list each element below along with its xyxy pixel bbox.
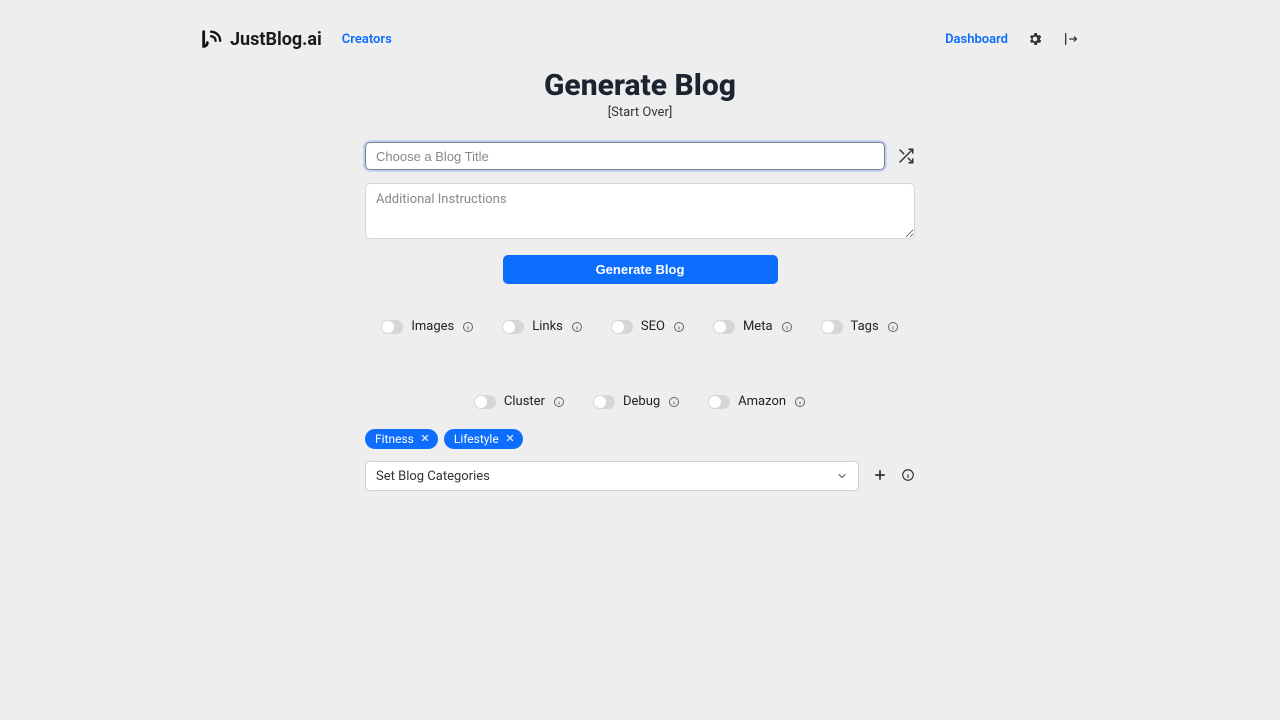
shuffle-icon — [897, 147, 915, 165]
nav-dashboard[interactable]: Dashboard — [945, 32, 1008, 47]
info-icon[interactable] — [887, 321, 899, 333]
info-icon[interactable] — [462, 321, 474, 333]
categories-row: Set Blog Categories — [365, 461, 915, 491]
toggle-amazon-switch[interactable] — [708, 395, 730, 409]
tag-lifestyle: Lifestyle — [444, 429, 523, 449]
chevron-down-icon — [836, 470, 848, 482]
toggle-images: Images — [381, 319, 474, 334]
add-category-button[interactable] — [873, 467, 887, 486]
tag-remove-button[interactable] — [420, 432, 430, 446]
toggles-row-1: Images Links SEO Meta Tags Cluster — [365, 319, 915, 409]
toggle-label: Images — [411, 319, 454, 334]
logout-button[interactable] — [1062, 30, 1080, 48]
close-icon — [505, 433, 515, 443]
toggle-links-switch[interactable] — [502, 320, 524, 334]
toggle-amazon: Amazon — [708, 394, 806, 409]
categories-placeholder: Set Blog Categories — [376, 469, 490, 484]
toggle-debug: Debug — [593, 394, 680, 409]
categories-select[interactable]: Set Blog Categories — [365, 461, 859, 491]
page-title: Generate Blog — [365, 68, 915, 103]
header-left: JustBlog.ai Creators — [200, 28, 392, 50]
header-right: Dashboard — [945, 30, 1080, 48]
gear-icon — [1027, 31, 1043, 47]
toggle-label: Debug — [623, 394, 660, 409]
instructions-textarea[interactable] — [365, 183, 915, 239]
toggle-cluster-switch[interactable] — [474, 395, 496, 409]
toggle-label: Cluster — [504, 394, 545, 409]
toggle-tags: Tags — [821, 319, 899, 334]
close-icon — [420, 433, 430, 443]
toggle-label: Links — [532, 319, 563, 334]
start-over-link[interactable]: [Start Over] — [365, 105, 915, 120]
toggle-links: Links — [502, 319, 583, 334]
toggle-seo-switch[interactable] — [611, 320, 633, 334]
header: JustBlog.ai Creators Dashboard — [0, 0, 1280, 60]
toggle-label: SEO — [641, 319, 665, 334]
toggle-label: Tags — [851, 319, 879, 334]
toggle-cluster: Cluster — [474, 394, 565, 409]
info-icon[interactable] — [553, 396, 565, 408]
settings-button[interactable] — [1026, 30, 1044, 48]
logo-icon — [200, 28, 222, 50]
toggle-seo: SEO — [611, 319, 685, 334]
info-icon[interactable] — [781, 321, 793, 333]
info-icon[interactable] — [673, 321, 685, 333]
info-icon[interactable] — [794, 396, 806, 408]
toggle-images-switch[interactable] — [381, 320, 403, 334]
toggle-meta-switch[interactable] — [713, 320, 735, 334]
categories-info-button[interactable] — [901, 467, 915, 486]
tag-remove-button[interactable] — [505, 432, 515, 446]
toggle-tags-switch[interactable] — [821, 320, 843, 334]
title-row — [365, 142, 915, 170]
shuffle-button[interactable] — [897, 147, 915, 165]
info-icon[interactable] — [571, 321, 583, 333]
info-icon[interactable] — [668, 396, 680, 408]
toggle-label: Amazon — [738, 394, 786, 409]
toggle-debug-switch[interactable] — [593, 395, 615, 409]
tags-row: Fitness Lifestyle — [365, 429, 915, 449]
tag-label: Fitness — [375, 432, 414, 446]
logo[interactable]: JustBlog.ai — [200, 28, 322, 50]
main-container: Generate Blog [Start Over] Generate Blog… — [365, 68, 915, 491]
logo-text: JustBlog.ai — [230, 29, 322, 50]
toggle-meta: Meta — [713, 319, 793, 334]
info-icon — [901, 468, 915, 482]
tag-fitness: Fitness — [365, 429, 438, 449]
plus-icon — [873, 468, 887, 482]
tag-label: Lifestyle — [454, 432, 499, 446]
generate-button[interactable]: Generate Blog — [503, 255, 778, 284]
blog-title-input[interactable] — [365, 142, 885, 170]
toggle-label: Meta — [743, 319, 773, 334]
logout-icon — [1063, 31, 1079, 47]
nav-creators[interactable]: Creators — [342, 32, 392, 47]
